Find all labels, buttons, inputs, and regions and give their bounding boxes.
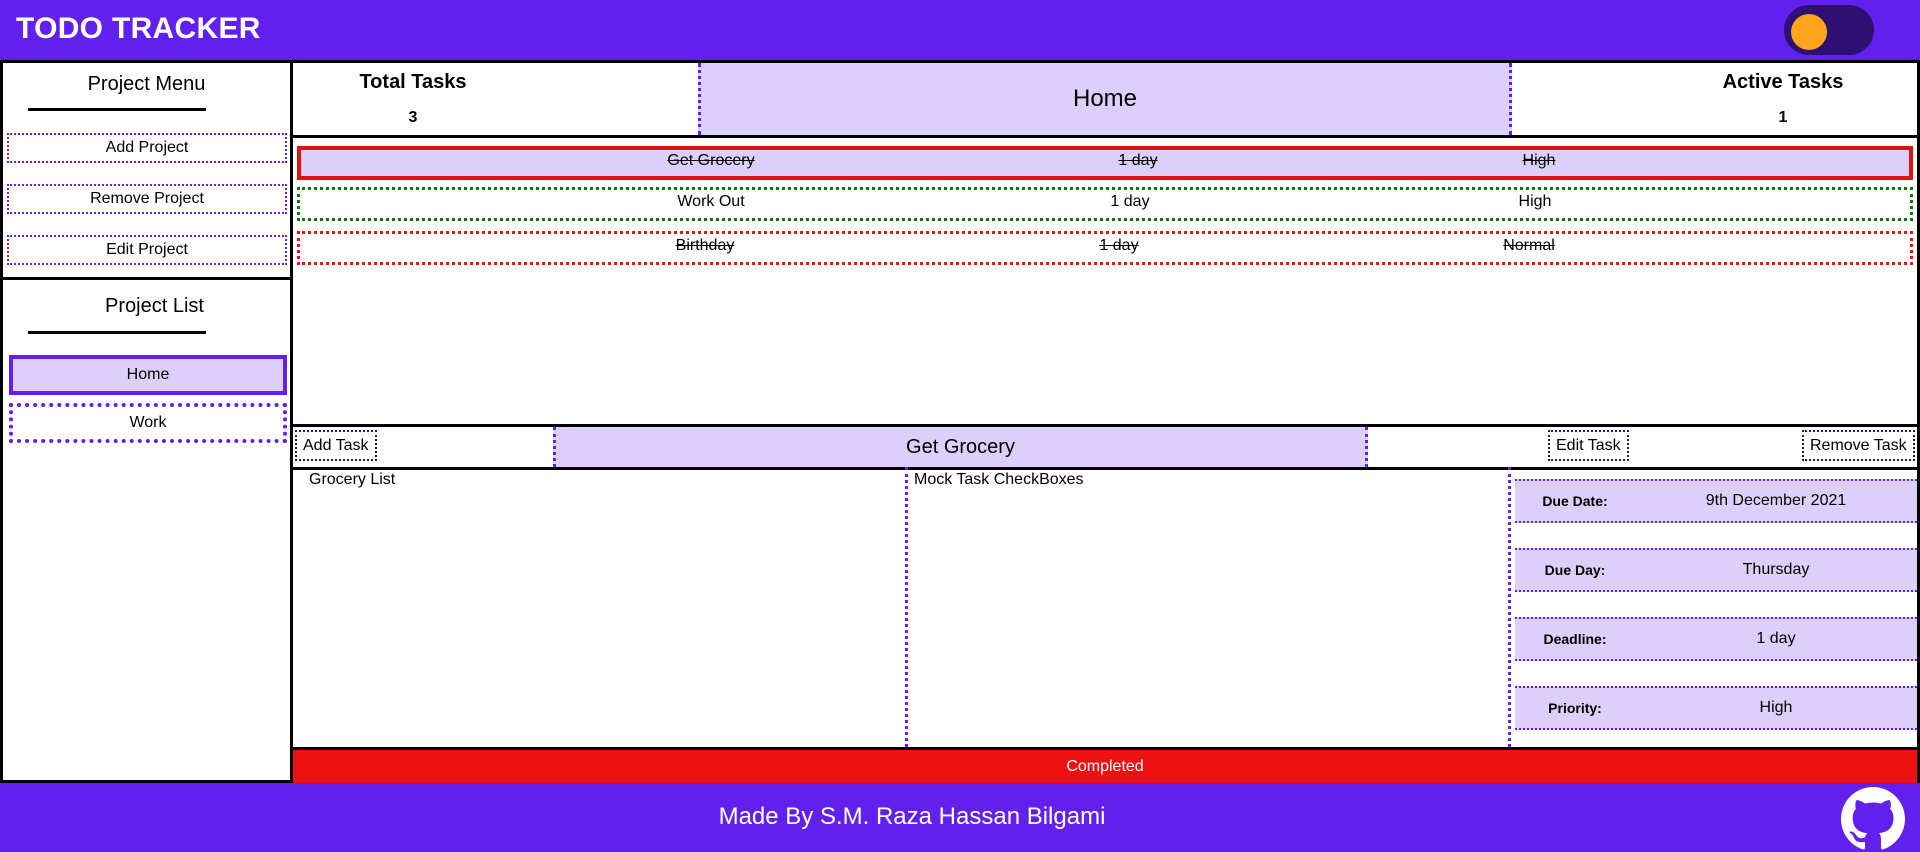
current-project-title: Home xyxy=(698,63,1512,135)
app-title: TODO TRACKER xyxy=(16,12,261,45)
project-list-title: Project List xyxy=(105,295,204,317)
sidebar: Project Menu Add Project Remove Project … xyxy=(0,60,293,783)
active-tasks-block: Active Tasks 1 xyxy=(1593,63,1920,135)
task-status-bar[interactable]: Completed xyxy=(293,747,1917,783)
priority-label: Priority: xyxy=(1548,700,1602,716)
task-priority: High xyxy=(1518,193,1552,210)
footer-credit: Made By S.M. Raza Hassan Bilgami xyxy=(718,803,1106,830)
task-name: Get Grocery xyxy=(667,152,755,169)
total-tasks-block: Total Tasks 3 xyxy=(223,63,603,135)
priority-value: High xyxy=(1759,699,1793,716)
selected-task-title: Get Grocery xyxy=(553,427,1368,467)
task-name: Work Out xyxy=(677,193,745,210)
edit-project-button[interactable]: Edit Project xyxy=(7,235,287,265)
due-date-row: Due Date: 9th December 2021 xyxy=(1515,479,1917,523)
app-header: TODO TRACKER xyxy=(0,0,1920,60)
stats-bar: Total Tasks 3 Home Active Tasks 1 xyxy=(293,63,1917,138)
theme-toggle[interactable] xyxy=(1784,5,1874,55)
due-day-label: Due Day: xyxy=(1544,562,1606,578)
task-name: Birthday xyxy=(675,237,735,254)
task-row[interactable]: Work Out 1 day High xyxy=(297,187,1913,221)
due-date-label: Due Date: xyxy=(1542,493,1608,509)
deadline-row: Deadline: 1 day xyxy=(1515,617,1917,661)
total-tasks-label: Total Tasks xyxy=(359,71,467,93)
footer: Made By S.M. Raza Hassan Bilgami xyxy=(0,783,1920,852)
task-priority: Normal xyxy=(1503,237,1555,254)
add-task-button[interactable]: Add Task xyxy=(295,430,377,461)
project-item-work[interactable]: Work xyxy=(9,403,287,443)
task-deadline: 1 day xyxy=(1110,193,1150,210)
column-divider xyxy=(1508,467,1511,747)
due-day-row: Due Day: Thursday xyxy=(1515,548,1917,592)
task-deadline: 1 day xyxy=(1099,237,1139,254)
remove-project-button[interactable]: Remove Project xyxy=(7,184,287,214)
column-divider xyxy=(905,467,908,747)
active-tasks-label: Active Tasks xyxy=(1722,71,1844,93)
add-project-button[interactable]: Add Project xyxy=(7,133,287,163)
task-deadline: 1 day xyxy=(1118,152,1158,169)
task-row[interactable]: Get Grocery 1 day High xyxy=(297,146,1913,180)
edit-task-button[interactable]: Edit Task xyxy=(1548,430,1629,461)
project-item-home[interactable]: Home xyxy=(9,355,287,395)
github-icon[interactable] xyxy=(1841,787,1905,851)
grocery-list-title: Grocery List xyxy=(309,471,396,488)
project-menu-underline xyxy=(28,108,206,111)
toggle-knob xyxy=(1791,14,1827,50)
main-panel: Total Tasks 3 Home Active Tasks 1 Get Gr… xyxy=(290,60,1920,783)
task-priority: High xyxy=(1522,152,1556,169)
deadline-label: Deadline: xyxy=(1543,631,1607,647)
task-row[interactable]: Birthday 1 day Normal xyxy=(297,231,1913,265)
task-toolbar: Add Task Get Grocery Edit Task Remove Ta… xyxy=(293,424,1917,470)
remove-task-button[interactable]: Remove Task xyxy=(1802,430,1915,461)
priority-row: Priority: High xyxy=(1515,686,1917,730)
sidebar-divider xyxy=(3,277,290,280)
due-date-value: 9th December 2021 xyxy=(1705,492,1847,509)
checkbox-section-title: Mock Task CheckBoxes xyxy=(914,471,1084,488)
due-day-value: Thursday xyxy=(1742,561,1810,578)
deadline-value: 1 day xyxy=(1756,630,1796,647)
task-details: Grocery List Mock Task CheckBoxes Due Da… xyxy=(293,467,1917,747)
project-list-underline xyxy=(28,331,206,334)
active-tasks-value: 1 xyxy=(1778,109,1788,126)
total-tasks-value: 3 xyxy=(408,109,418,126)
